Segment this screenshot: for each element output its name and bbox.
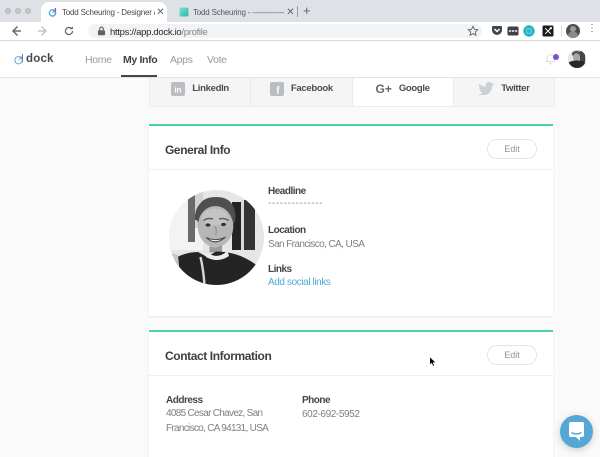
svg-text:in: in <box>175 85 182 94</box>
